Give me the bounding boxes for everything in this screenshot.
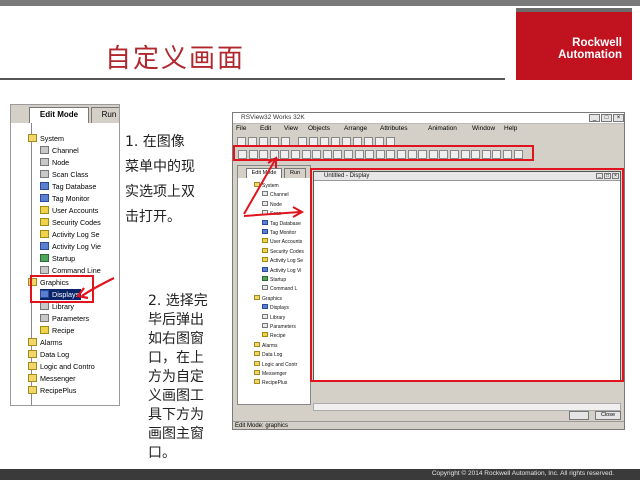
copyright-text: Copyright © 2014 Rockwell Automation, In… [431,470,614,477]
slide: 自定义画面 Rockwell Automation Edit Mode Run … [0,0,640,480]
arrow-to-display [243,206,305,218]
